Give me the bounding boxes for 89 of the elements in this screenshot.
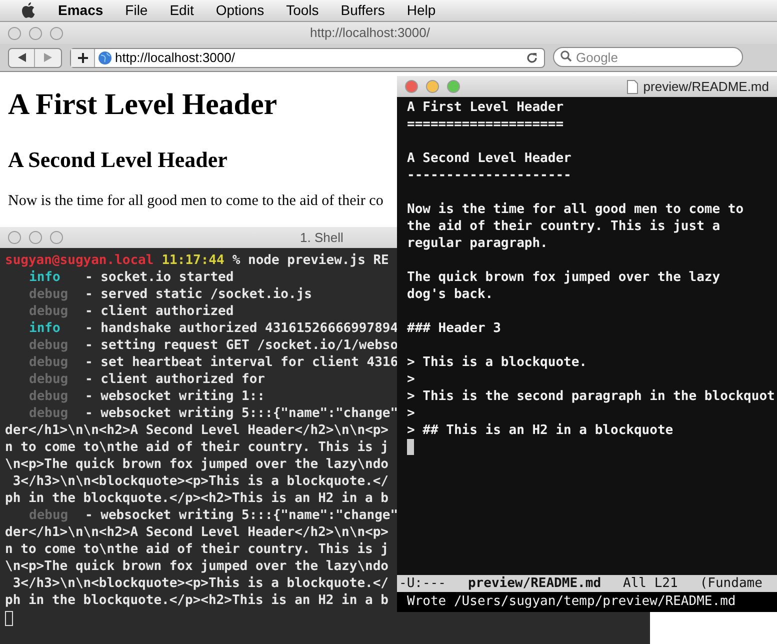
minimize-button[interactable] bbox=[29, 231, 42, 244]
log-level: debug bbox=[29, 405, 70, 422]
buffer-line: ### Header 3 bbox=[407, 320, 501, 337]
close-button[interactable] bbox=[8, 26, 21, 40]
page-heading: A First Level Header bbox=[8, 87, 278, 123]
log-level: info bbox=[29, 320, 62, 337]
window-title: http://localhost:3000/ bbox=[310, 24, 430, 42]
globe-icon bbox=[98, 50, 112, 64]
close-button[interactable] bbox=[405, 80, 418, 93]
log-level: info bbox=[29, 269, 62, 286]
buffer-line: A Second Level Header bbox=[407, 150, 572, 167]
zoom-button[interactable] bbox=[50, 231, 63, 244]
buffer-line: regular paragraph. bbox=[407, 235, 548, 252]
window-title: 1. Shell bbox=[300, 228, 344, 247]
url-text: http://localhost:3000/ bbox=[115, 48, 235, 67]
search-field[interactable]: Google bbox=[553, 47, 743, 67]
command-text: % node preview.js RE bbox=[232, 252, 389, 269]
buffer-position: All L21 bbox=[623, 574, 678, 593]
log-message: - client authorized bbox=[85, 303, 234, 320]
document-icon bbox=[627, 80, 638, 94]
page-subheading: A Second Level Header bbox=[8, 146, 228, 174]
log-level: debug bbox=[29, 354, 70, 371]
log-level: debug bbox=[29, 388, 70, 405]
menu-item[interactable]: File bbox=[125, 0, 148, 21]
buffer-line: --------------------- bbox=[407, 167, 572, 184]
buffer-name: preview/README.md bbox=[468, 574, 602, 593]
menu-item[interactable]: Options bbox=[216, 0, 264, 21]
zoom-button[interactable] bbox=[447, 80, 460, 93]
log-message: - setting request GET /socket.io/1/webso bbox=[85, 337, 398, 354]
log-level: debug bbox=[29, 507, 70, 524]
prompt-time: 11:17:44 bbox=[162, 252, 224, 269]
minimize-button[interactable] bbox=[426, 80, 439, 93]
log-message: - websocket writing 5:::{"name":"change" bbox=[85, 507, 398, 524]
buffer-line: Now is the time for all good men to come to bbox=[407, 201, 744, 218]
output-text: ph in the blockquote.</p><h2>This is an H2 in a b bbox=[5, 592, 389, 609]
prompt-user: sugyan@sugyan.local bbox=[5, 252, 154, 269]
menu-item[interactable]: Help bbox=[406, 0, 436, 21]
address-bar[interactable]: http://localhost:3000/ bbox=[70, 48, 545, 68]
window-title: preview/README.md bbox=[643, 78, 769, 96]
buffer-line: > bbox=[407, 371, 415, 388]
buffer-line: the aid of their country. This is just a bbox=[407, 218, 720, 235]
log-message: - handshake authorized 43161526666997894 bbox=[85, 320, 398, 337]
log-level: debug bbox=[29, 303, 70, 320]
add-bookmark-button[interactable] bbox=[71, 48, 95, 66]
output-text: der</h1>\n\n<h2>A Second Level Header</h2>\n\n<p> bbox=[5, 422, 389, 439]
log-message: - client authorized for bbox=[85, 371, 266, 388]
minimize-button[interactable] bbox=[29, 26, 42, 40]
menu-item[interactable]: Buffers bbox=[340, 0, 385, 21]
log-message: - websocket writing 5:::{"name":"change" bbox=[85, 405, 398, 422]
output-text: der</h1>\n\n<h2>A Second Level Header</h2>\n\n<p> bbox=[5, 524, 389, 541]
buffer-line: > This is a blockquote. bbox=[407, 354, 588, 371]
apple-icon[interactable] bbox=[20, 2, 36, 20]
major-mode: (Fundame bbox=[700, 574, 762, 593]
buffer-line: A First Level Header bbox=[407, 99, 564, 116]
log-level: debug bbox=[29, 371, 70, 388]
terminal-cursor bbox=[5, 611, 13, 626]
zoom-button[interactable] bbox=[50, 26, 63, 40]
output-text: 3</h3>\n\n<blockquote><p>This is a blockquote.</ bbox=[12, 473, 389, 490]
right-triangle-icon bbox=[44, 53, 52, 62]
output-text: \n<p>The quick brown fox jumped over the lazy\ndo bbox=[5, 558, 389, 575]
log-message: - websocket writing 1:: bbox=[85, 388, 266, 405]
search-icon bbox=[560, 50, 572, 62]
paragraph: Now is the time for all good men to come to the aid of their co bbox=[8, 192, 384, 211]
buffer-line: dog's back. bbox=[407, 286, 494, 303]
buffer-line: > ## This is an H2 in a blockquote bbox=[407, 422, 674, 439]
echo-area-message: Wrote /Users/sugyan/temp/preview/README.md bbox=[407, 593, 736, 612]
buffer-line: > This is the second paragraph in the blockquot bbox=[407, 388, 775, 405]
buffer-status: -U:--- bbox=[399, 574, 446, 593]
log-message: - served static /socket.io.js bbox=[85, 286, 312, 303]
buffer-line: ==================== bbox=[407, 116, 564, 133]
output-text: ph in the blockquote.</p><h2>This is an H2 in a b bbox=[5, 490, 389, 507]
log-level: debug bbox=[29, 337, 70, 354]
log-level: debug bbox=[29, 286, 70, 303]
reload-icon[interactable] bbox=[526, 52, 538, 64]
output-text: 3</h3>\n\n<blockquote><p>This is a blockquote.</ bbox=[12, 575, 389, 592]
log-message: - set heartbeat interval for client 4316 bbox=[85, 354, 398, 371]
plus-icon bbox=[78, 52, 88, 62]
log-message: - socket.io started bbox=[85, 269, 234, 286]
menu-item[interactable]: Tools bbox=[286, 0, 319, 21]
output-text: n to come to\nthe aid of their country. This is j bbox=[5, 541, 389, 558]
left-triangle-icon bbox=[18, 53, 26, 62]
output-text: n to come to\nthe aid of their country. This is j bbox=[5, 439, 389, 456]
app-menu[interactable]: Emacs bbox=[58, 0, 104, 21]
text-cursor bbox=[407, 439, 414, 455]
output-text: \n<p>The quick brown fox jumped over the lazy\ndo bbox=[5, 456, 389, 473]
close-button[interactable] bbox=[8, 231, 21, 244]
menu-item[interactable]: Edit bbox=[170, 0, 194, 21]
buffer-line: The quick brown fox jumped over the lazy bbox=[407, 269, 720, 286]
buffer-line: > bbox=[407, 405, 415, 422]
